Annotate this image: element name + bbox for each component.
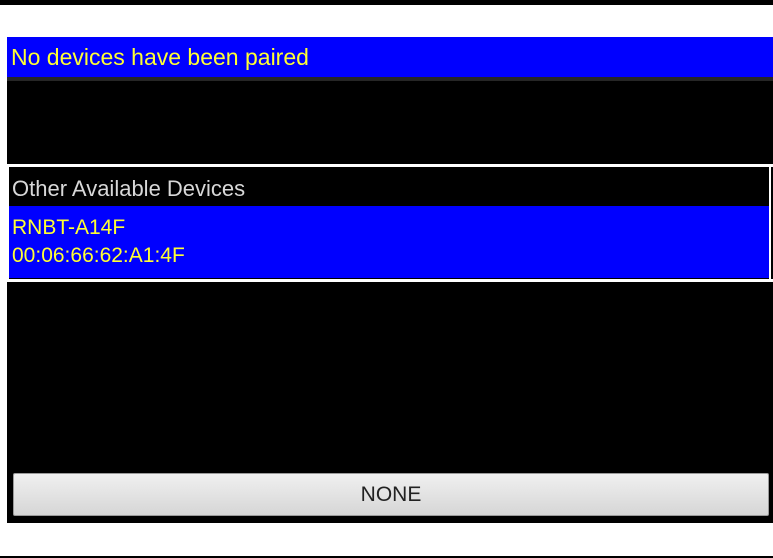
device-address: 00:06:66:62:A1:4F — [12, 244, 185, 267]
other-devices-section: Other Available Devices RNBT-A14F 00:06:… — [7, 167, 771, 279]
device-name: RNBT-A14F — [12, 216, 126, 239]
device-picker-screen: No devices have been paired Other Availa… — [7, 37, 773, 523]
paired-devices-header: No devices have been paired — [7, 37, 773, 77]
section-divider-bottom — [7, 279, 773, 282]
top-frame-bar — [0, 0, 773, 5]
device-list-item[interactable]: RNBT-A14F 00:06:66:62:A1:4F — [9, 206, 769, 278]
other-devices-title: Other Available Devices — [12, 176, 246, 201]
paired-devices-list — [7, 81, 773, 164]
none-button[interactable]: NONE — [13, 473, 769, 516]
